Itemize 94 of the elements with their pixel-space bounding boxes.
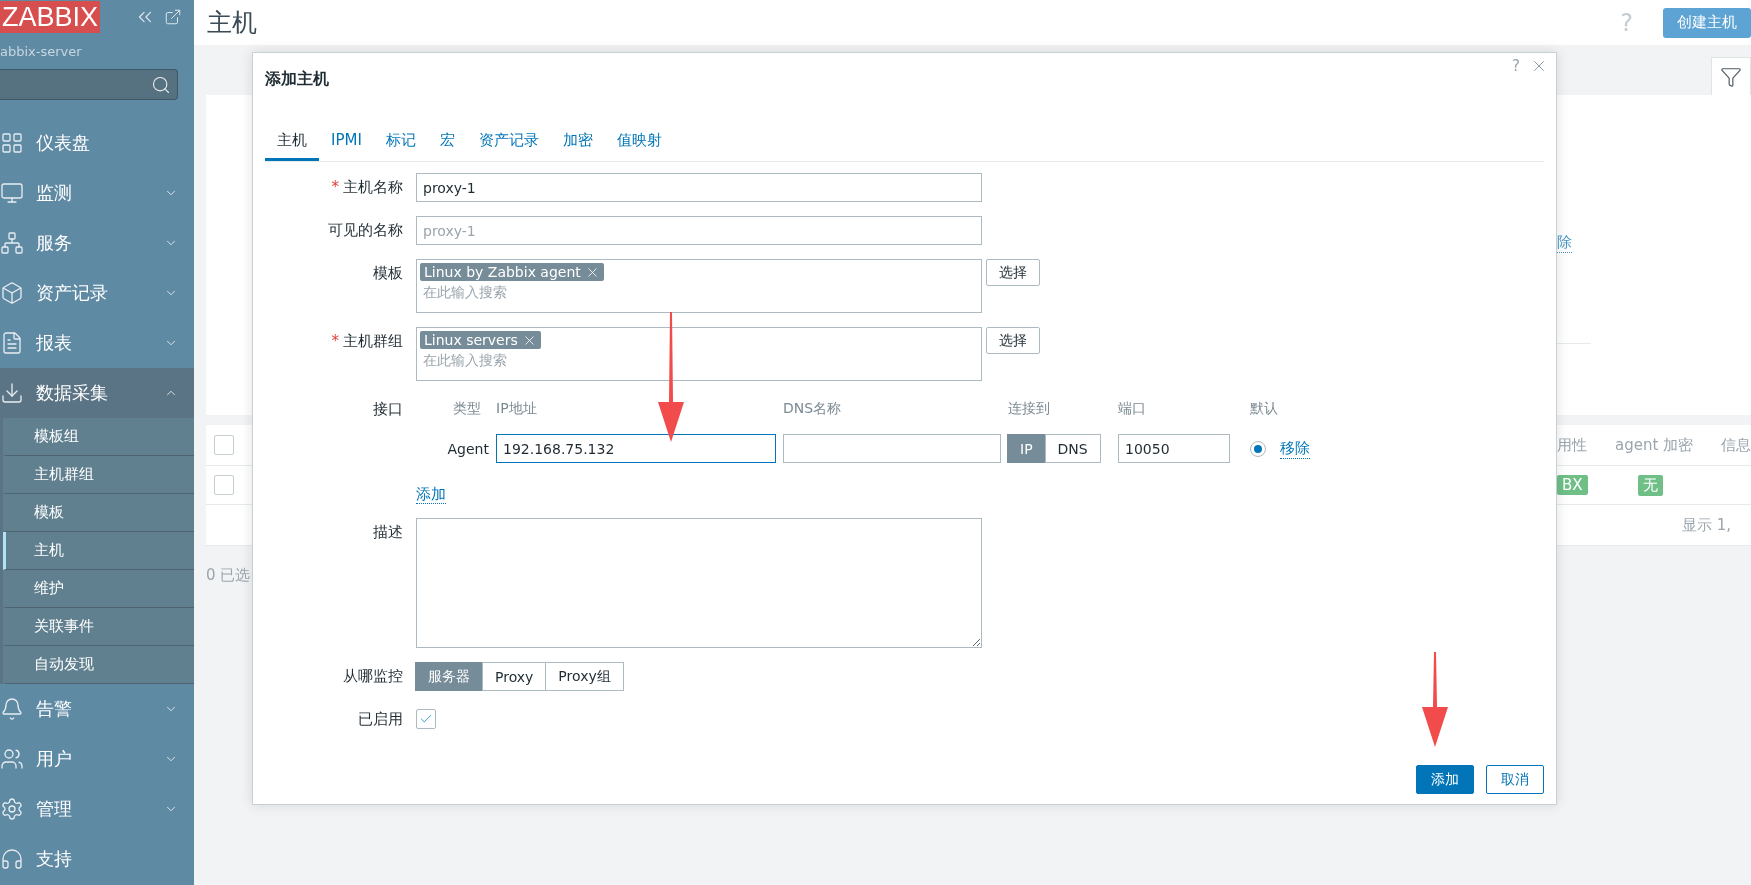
- select-all-checkbox[interactable]: [214, 435, 234, 455]
- selected-tag: Linux servers: [420, 331, 541, 349]
- multiselect-field[interactable]: Linux by Zabbix agent 在此输入搜索: [416, 259, 982, 313]
- status-tag: 无: [1637, 474, 1663, 496]
- interface-type: Agent: [446, 440, 489, 457]
- select-button[interactable]: 选择: [986, 327, 1040, 354]
- tab[interactable]: IPMI: [319, 123, 374, 161]
- column-header: 连接到: [1008, 399, 1051, 418]
- remove-link[interactable]: 移除: [1280, 438, 1310, 459]
- undock-icon: [164, 8, 182, 26]
- submenu-item[interactable]: 维护: [3, 570, 194, 608]
- menu-item[interactable]: 仪表盘: [0, 118, 194, 168]
- monitor-option[interactable]: Proxy: [482, 662, 547, 691]
- enabled-checkbox[interactable]: [416, 709, 436, 729]
- menu-icon: [0, 281, 24, 305]
- menu-icon: [0, 331, 24, 355]
- paging-info: 显示 1,: [1682, 515, 1732, 535]
- search-placeholder: 在此输入搜索: [422, 352, 508, 370]
- field-label: * 主机名称: [330, 177, 403, 198]
- menu-item[interactable]: 数据采集: [0, 368, 194, 418]
- cancel-button[interactable]: 取消: [1486, 765, 1544, 794]
- menu-item[interactable]: 服务: [0, 218, 194, 268]
- connect-toggle[interactable]: DNS: [1044, 434, 1101, 463]
- status-tag: BX: [1557, 475, 1588, 495]
- field-label: 可见的名称: [327, 220, 403, 241]
- help-mark[interactable]: ?: [1512, 57, 1520, 75]
- field-label: 描述: [372, 522, 403, 543]
- add-button[interactable]: 添加: [1416, 765, 1474, 794]
- connect-toggle[interactable]: IP: [1007, 434, 1046, 463]
- menu-icon: [0, 847, 24, 871]
- dns-field[interactable]: [783, 434, 1001, 463]
- menu-item[interactable]: 监测: [0, 168, 194, 218]
- submenu-item[interactable]: 主机群组: [3, 456, 194, 494]
- tab[interactable]: 标记: [373, 123, 428, 161]
- column-header: 用性: [1557, 435, 1587, 455]
- menu-item[interactable]: 资产记录: [0, 268, 194, 318]
- column-header: 端口: [1118, 399, 1147, 418]
- column-header: IP地址: [496, 399, 538, 418]
- submenu-item[interactable]: 自动发现: [3, 646, 194, 684]
- field-label: * 主机群组: [330, 331, 403, 352]
- text-field[interactable]: proxy-1: [416, 216, 982, 245]
- text-field[interactable]: proxy-1: [416, 173, 982, 202]
- search-icon: [151, 74, 171, 95]
- submenu-item[interactable]: 模板: [3, 494, 194, 532]
- menu-item[interactable]: 报表: [0, 318, 194, 368]
- create-host-button[interactable]: 创建主机: [1663, 7, 1751, 38]
- field-label: 从哪监控: [342, 666, 403, 687]
- column-header: 类型: [452, 399, 481, 418]
- menu-icon: [0, 697, 24, 721]
- row-checkbox[interactable]: [214, 475, 234, 495]
- menu-icon: [0, 181, 24, 205]
- page-title: 主机: [207, 7, 258, 39]
- column-header: agent 加密: [1615, 435, 1694, 455]
- column-header: 默认: [1250, 399, 1279, 418]
- tab[interactable]: 值映射: [604, 123, 674, 161]
- add-interface-link[interactable]: 添加: [416, 485, 446, 504]
- menu-icon: [0, 381, 24, 405]
- submenu-item[interactable]: 模板组: [3, 418, 194, 456]
- filter-tab[interactable]: [1711, 57, 1751, 95]
- port-field[interactable]: 10050: [1118, 434, 1230, 463]
- multiselect-field[interactable]: Linux servers 在此输入搜索: [416, 327, 982, 381]
- search-placeholder: 在此输入搜索: [422, 284, 508, 302]
- dialog-title: 添加主机: [265, 69, 329, 88]
- check-icon: [419, 712, 433, 726]
- menu-item[interactable]: 告警: [0, 684, 194, 734]
- monitor-option[interactable]: 服务器: [415, 662, 483, 691]
- menu-icon: [0, 797, 24, 821]
- logo: ZABBIX: [0, 1, 101, 33]
- tab[interactable]: 资产记录: [466, 123, 551, 161]
- menu-item[interactable]: 用户: [0, 734, 194, 784]
- selected-tag: Linux by Zabbix agent: [420, 263, 604, 281]
- tab[interactable]: 加密: [550, 123, 605, 161]
- column-header: 信息: [1721, 435, 1751, 455]
- tab[interactable]: 宏: [427, 123, 467, 161]
- submenu-item[interactable]: 关联事件: [3, 608, 194, 646]
- field-label: 已启用: [357, 709, 403, 729]
- search-field[interactable]: [0, 69, 178, 100]
- selected-count: 0 已选: [206, 565, 252, 586]
- submenu-item[interactable]: 主机: [3, 532, 194, 570]
- field-label: 接口: [372, 399, 403, 420]
- menu-icon: [0, 131, 24, 155]
- filter-icon: [1720, 65, 1742, 88]
- monitor-option[interactable]: Proxy组: [545, 662, 624, 691]
- menu-item[interactable]: 管理: [0, 784, 194, 834]
- field-label: 模板: [372, 263, 403, 284]
- menu-icon: [0, 747, 24, 771]
- menu-icon: [0, 231, 24, 255]
- menu-item[interactable]: 支持: [0, 834, 194, 884]
- ip-field[interactable]: 192.168.75.132: [496, 434, 776, 463]
- server-name: abbix-server: [0, 44, 83, 59]
- select-button[interactable]: 选择: [986, 259, 1040, 286]
- tab[interactable]: 主机: [265, 123, 319, 161]
- description-field[interactable]: [416, 518, 982, 648]
- column-header: DNS名称: [783, 399, 843, 418]
